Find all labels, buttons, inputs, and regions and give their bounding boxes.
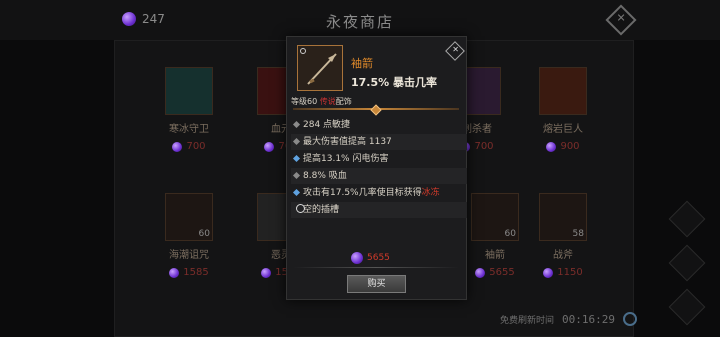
buy-button[interactable]: 购买 [347, 275, 406, 293]
divider-knob-icon [370, 104, 382, 116]
main-stat: 17.5% 暴击几率 [351, 76, 437, 89]
price-value: 900 [560, 141, 580, 152]
top-bar: 247 永夜商店 [0, 0, 720, 40]
item-name: 寒冰守卫 [169, 124, 209, 135]
refresh-timer: 00:16:29 [562, 312, 615, 326]
item-level: 60 [504, 229, 516, 239]
rarity-label: 传说 [319, 97, 336, 106]
lava-giant-icon [539, 67, 587, 115]
shop-item[interactable]: 60 海潮诅咒 1585 [159, 193, 219, 278]
tooltip-price: 5655 [351, 252, 390, 264]
shop-item[interactable]: 寒冰守卫 700 [159, 67, 219, 152]
item-name: 战斧 [553, 250, 573, 261]
gem-icon [546, 141, 557, 152]
price-value: 1585 [183, 267, 209, 278]
stat-text: 攻击有17.5%几率使目标获得 [303, 188, 422, 198]
stat-line: 提高13.1% 闪电伤害 [291, 151, 467, 167]
sleeve-arrow-icon: 60 [471, 193, 519, 241]
level-prefix: 等级60 [291, 97, 320, 106]
gem-icon [543, 267, 554, 278]
price-value: 5655 [367, 253, 390, 263]
item-type: 配饰 [335, 97, 352, 106]
gem-icon [261, 267, 272, 278]
stat-text: 提高13.1% 闪电伤害 [303, 154, 389, 164]
bullet-icon [292, 188, 301, 197]
stat-highlight: 冰冻 [421, 188, 440, 198]
item-name: 袖箭 [485, 250, 505, 261]
stat-text: 284 点敏捷 [303, 120, 351, 130]
empty-socket-line: 空的插槽 [291, 202, 467, 218]
item-icon [297, 45, 343, 91]
stat-line: 最大伤害值提高 1137 [291, 134, 467, 150]
item-price: 1150 [533, 267, 593, 278]
item-price: 5655 [465, 267, 525, 278]
bullet-icon [292, 171, 301, 180]
close-tooltip-icon[interactable] [445, 41, 465, 61]
refresh-area: 免费刷新时间 00:16:29 [500, 312, 637, 326]
refresh-icon[interactable] [623, 312, 637, 326]
stat-text: 空的插槽 [303, 205, 340, 215]
refresh-label: 免费刷新时间 [500, 315, 555, 326]
side-menu-icon[interactable] [668, 244, 706, 282]
price-divider [293, 267, 459, 268]
item-name: 熔岩巨人 [543, 124, 583, 135]
item-price: 900 [533, 141, 593, 152]
shop-item[interactable]: 熔岩巨人 900 [533, 67, 593, 152]
item-level-line: 等级60 传说配饰 [291, 96, 352, 107]
price-value: 700 [186, 141, 206, 152]
item-price: 1585 [159, 267, 219, 278]
gem-icon [169, 267, 180, 278]
stat-lines: 284 点敏捷 最大伤害值提高 1137 提高13.1% 闪电伤害 8.8% 吸… [291, 117, 467, 219]
item-level: 58 [572, 229, 584, 239]
gem-icon [172, 141, 183, 152]
stat-line: 8.8% 吸血 [291, 168, 467, 184]
item-tooltip: 袖箭 17.5% 暴击几率 等级60 传说配饰 284 点敏捷 最大伤害值提高 … [286, 36, 467, 300]
gem-icon [475, 267, 486, 278]
socket-icon [296, 204, 305, 213]
shop-item[interactable]: 58 战斧 1150 [533, 193, 593, 278]
cold-guardian-icon [165, 67, 213, 115]
item-price: 700 [159, 141, 219, 152]
price-value: 1150 [557, 267, 583, 278]
side-menu-icon[interactable] [668, 200, 706, 238]
shop-item[interactable]: 60 袖箭 5655 [465, 193, 525, 278]
bullet-icon [292, 120, 301, 129]
socket-ring-icon [300, 48, 306, 54]
side-menu-icon[interactable] [668, 288, 706, 326]
item-name: 袖箭 [351, 57, 373, 70]
item-name: 海潮诅咒 [169, 250, 209, 261]
bullet-icon [292, 137, 301, 146]
gem-icon [264, 141, 275, 152]
price-value: 5655 [489, 267, 515, 278]
bullet-icon [292, 154, 301, 163]
gem-icon [351, 252, 363, 264]
item-level: 60 [198, 229, 210, 239]
stat-text: 最大伤害值提高 1137 [303, 137, 392, 147]
battle-axe-icon: 58 [539, 193, 587, 241]
tide-curse-icon: 60 [165, 193, 213, 241]
stat-line: 攻击有17.5%几率使目标获得冰冻 [291, 185, 467, 201]
price-value: 700 [474, 141, 494, 152]
stat-text: 8.8% 吸血 [303, 171, 347, 181]
stat-line: 284 点敏捷 [291, 117, 467, 133]
